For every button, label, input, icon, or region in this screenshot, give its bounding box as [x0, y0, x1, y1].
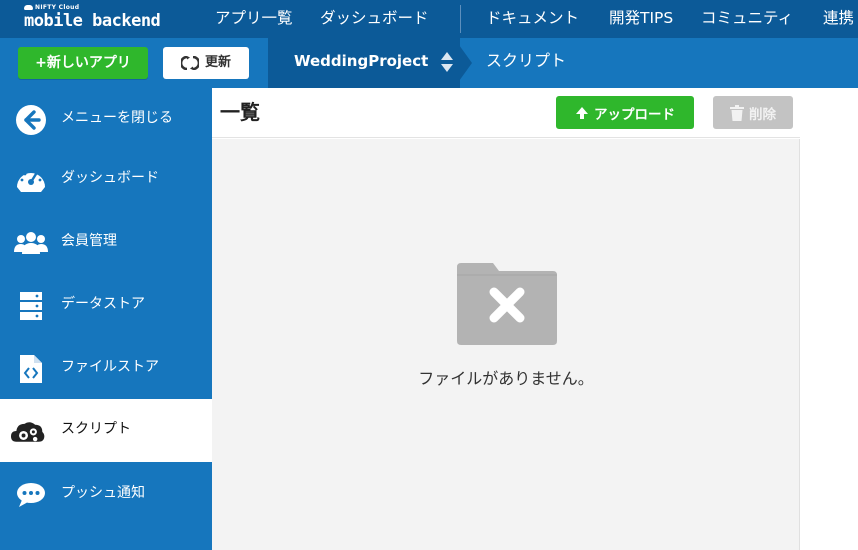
brand-small-text: NIFTY Cloud — [35, 3, 80, 11]
sidebar-item-label: ダッシュボード — [61, 170, 159, 186]
delete-button[interactable]: 削除 — [713, 96, 793, 129]
page-title: 一覧 — [220, 100, 260, 124]
sidebar-item-datastore[interactable]: データストア — [0, 274, 212, 337]
sidebar-item-label: データストア — [61, 296, 145, 312]
upload-arrow-icon — [576, 106, 588, 119]
back-arrow-icon — [14, 103, 48, 137]
delete-label: 削除 — [749, 106, 776, 123]
nav-app-list[interactable]: アプリ一覧 — [215, 0, 293, 38]
empty-folder-icon — [457, 263, 557, 345]
brand-small-label: NIFTY Cloud — [24, 3, 160, 11]
brand-name: mobile backend — [24, 11, 161, 31]
app-toolbar: +新しいアプリ 更新 WeddingProject スクリプト — [0, 38, 858, 88]
code-file-icon — [14, 352, 48, 386]
nav-documents[interactable]: ドキュメント — [486, 0, 579, 38]
refresh-button[interactable]: 更新 — [163, 47, 249, 79]
sidebar-item-label: スクリプト — [61, 421, 131, 437]
project-name: WeddingProject — [294, 52, 429, 70]
users-icon — [14, 226, 48, 260]
sidebar-item-filestore[interactable]: ファイルストア — [0, 337, 212, 400]
empty-message: ファイルがありません。 — [418, 369, 594, 388]
upload-button[interactable]: アップロード — [556, 96, 694, 129]
project-selector[interactable]: WeddingProject — [268, 38, 460, 88]
right-margin — [800, 88, 858, 550]
script-cloud-gears-icon — [11, 414, 45, 448]
sidebar: メニューを閉じる ダッシュボード 会員管理 データストア ファイルストア スクリ… — [0, 88, 212, 550]
top-navigation-bar: NIFTY Cloud mobile backend アプリ一覧 ダッシュボード… — [0, 0, 858, 38]
sort-updown-icon — [441, 52, 453, 72]
database-icon — [14, 289, 48, 323]
trash-icon — [730, 104, 744, 121]
sidebar-item-script[interactable]: スクリプト — [0, 399, 212, 462]
nav-dev-tips[interactable]: 開発TIPS — [609, 0, 673, 38]
sidebar-item-label: プッシュ通知 — [61, 485, 145, 501]
nav-community[interactable]: コミュニティ — [701, 0, 793, 38]
sidebar-item-members[interactable]: 会員管理 — [0, 211, 212, 274]
new-app-button[interactable]: +新しいアプリ — [18, 47, 148, 79]
file-list-area: ファイルがありません。 — [212, 139, 800, 550]
nav-dashboard[interactable]: ダッシュボード — [320, 0, 429, 38]
chat-bubble-icon — [14, 478, 48, 512]
gauge-icon — [14, 163, 48, 197]
sidebar-item-push[interactable]: プッシュ通知 — [0, 463, 212, 526]
refresh-icon — [180, 56, 199, 70]
sidebar-item-dashboard[interactable]: ダッシュボード — [0, 148, 212, 211]
nav-divider — [460, 5, 461, 33]
brand-logo[interactable]: NIFTY Cloud mobile backend — [24, 3, 161, 31]
refresh-label: 更新 — [204, 55, 231, 70]
sidebar-item-label: メニューを閉じる — [61, 110, 173, 126]
sidebar-item-label: ファイルストア — [61, 359, 159, 375]
sidebar-item-close-menu[interactable]: メニューを閉じる — [0, 88, 212, 151]
nav-integration[interactable]: 連携 — [823, 0, 854, 38]
main-header: 一覧 アップロード 削除 — [212, 88, 800, 138]
upload-label: アップロード — [594, 106, 675, 123]
sidebar-item-label: 会員管理 — [61, 233, 117, 249]
cloud-icon — [24, 4, 33, 10]
breadcrumb-arrow — [454, 38, 472, 88]
breadcrumb-current: スクリプト — [486, 51, 567, 70]
